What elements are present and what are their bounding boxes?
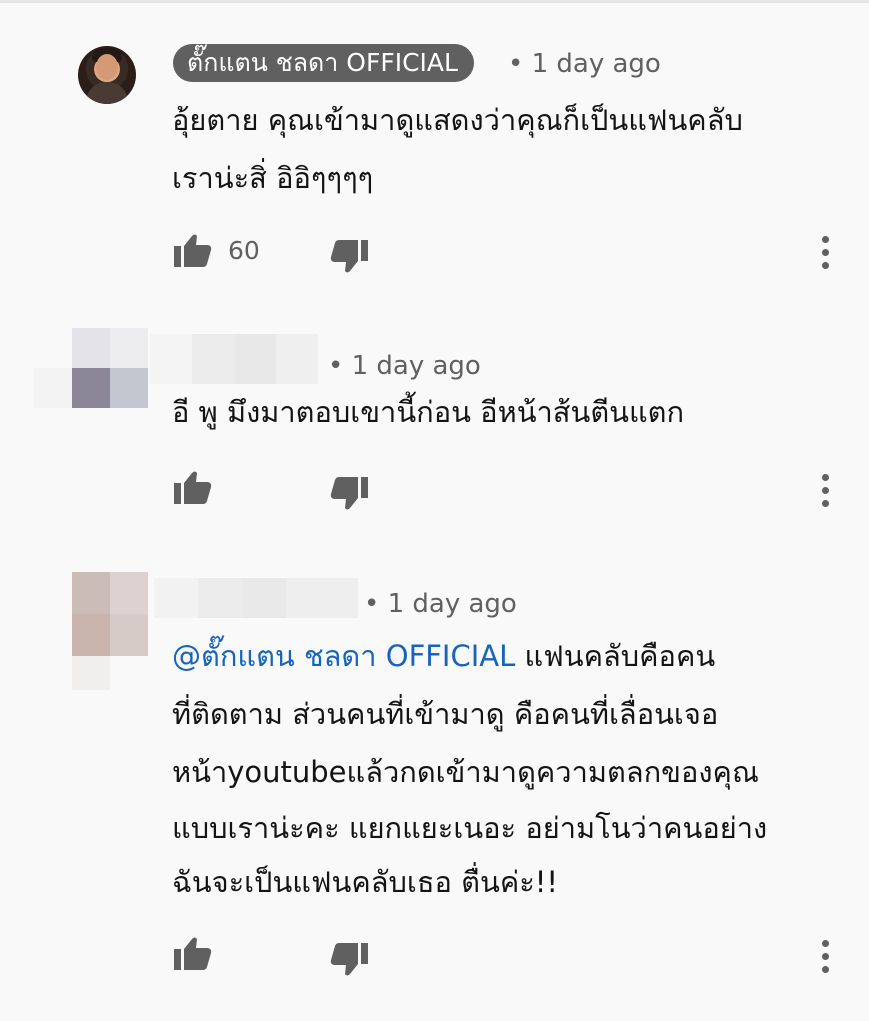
comment-text-line: อี พู มึงมาตอบเขานี้ก่อน อีหน้าส้นตีนแตก	[172, 395, 685, 429]
comment-timestamp[interactable]: • 1 day ago	[364, 584, 517, 624]
thumbs-up-icon[interactable]	[174, 233, 212, 267]
avatar[interactable]	[78, 46, 136, 104]
more-vert-icon[interactable]	[820, 236, 830, 270]
more-vert-icon[interactable]	[820, 940, 830, 974]
thumbs-down-icon[interactable]	[330, 240, 368, 274]
more-vert-icon[interactable]	[820, 474, 830, 508]
comment-text-line: หน้าyoutubeแล้วกดเข้ามาดูความตลกของคุณ	[172, 755, 759, 789]
top-divider	[0, 0, 869, 3]
comment-text-rest: แฟนคลับคือคน	[515, 639, 716, 673]
thumbs-up-icon[interactable]	[174, 936, 212, 970]
mention-link[interactable]: @ตั๊กแตน ชลดา OFFICIAL	[172, 639, 515, 673]
comment-timestamp[interactable]: • 1 day ago	[508, 44, 661, 84]
comment-text-line: แบบเราน่ะคะ แยกแยะเนอะ อย่ามโนว่าคนอย่าง	[172, 811, 768, 845]
comment-text-line: ที่ติดตาม ส่วนคนที่เข้ามาดู คือคนที่เลื่…	[172, 697, 719, 731]
comment-text-line: ฉันจะเป็นแฟนคลับเธอ ตื่นค่ะ!!	[172, 865, 559, 899]
avatar-face	[96, 54, 118, 80]
comment-timestamp[interactable]: • 1 day ago	[328, 346, 481, 386]
thumbs-down-icon[interactable]	[330, 943, 368, 977]
thumbs-down-icon[interactable]	[330, 477, 368, 511]
comment-text-line: เราน่ะสิ่ อิอิๆๆๆๆ	[172, 161, 374, 195]
comment-text-line: อุ้ยตาย คุณเข้ามาดูแสดงว่าคุณก็เป็นแฟนคล…	[172, 103, 743, 137]
channel-owner-badge[interactable]: ตั๊กแตน ชลดา OFFICIAL	[173, 44, 474, 82]
thumbs-up-icon[interactable]	[174, 470, 212, 504]
like-count: 60	[228, 236, 260, 265]
comment-text-line: @ตั๊กแตน ชลดา OFFICIAL แฟนคลับคือคน	[172, 630, 715, 682]
avatar-body	[86, 82, 128, 104]
